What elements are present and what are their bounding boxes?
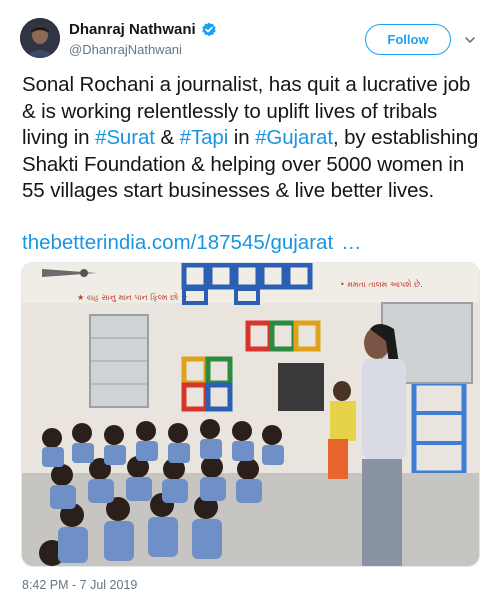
tweet-link[interactable]: thebetterindia.com/187545/gujarat	[22, 231, 333, 254]
hashtag-gujarat[interactable]: #Gujarat	[255, 126, 333, 149]
author-name-row[interactable]: Dhanraj Nathwani	[69, 21, 217, 38]
tweet-text: Sonal Rochani a journalist, has quit a l…	[22, 72, 484, 205]
tweet-card: Dhanraj Nathwani @DhanrajNathwani Follow…	[0, 0, 500, 604]
tweet-timestamp[interactable]: 8:42 PM - 7 Jul 2019	[22, 578, 137, 592]
hashtag-tapi[interactable]: #Tapi	[180, 126, 229, 149]
chevron-down-icon[interactable]	[464, 33, 476, 45]
tweet-text-segment: &	[154, 126, 180, 149]
avatar[interactable]	[20, 18, 60, 58]
photo-wall-text-right: • મમતા તાલમ આપશે છે.	[340, 279, 423, 289]
link-ellipsis[interactable]: …	[341, 231, 362, 254]
tweet-link-line: thebetterindia.com/187545/gujarat …	[22, 230, 362, 257]
author-handle[interactable]: @DhanrajNathwani	[69, 42, 182, 57]
verified-badge-icon	[201, 22, 217, 38]
tweet-text-segment: in	[228, 126, 256, 149]
photo-wall-text-left: ★ યહ સાનુ માન પાન ફિલ્મ છો ★	[77, 292, 188, 302]
hashtag-surat[interactable]: #Surat	[95, 126, 155, 149]
tweet-photo[interactable]: ★ યહ સાનુ માન પાન ફિલ્મ છો ★ • મમતા તાલમ…	[21, 262, 480, 567]
follow-button[interactable]: Follow	[365, 24, 451, 55]
display-name[interactable]: Dhanraj Nathwani	[69, 21, 196, 38]
